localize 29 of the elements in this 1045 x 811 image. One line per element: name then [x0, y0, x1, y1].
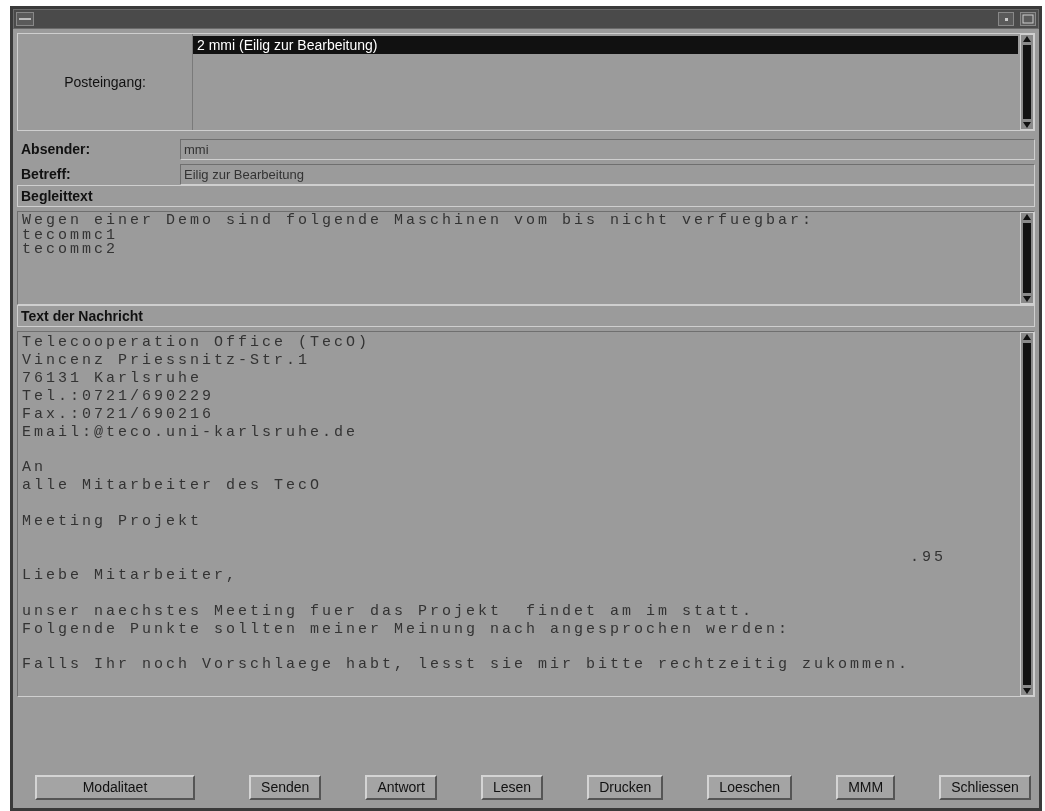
field-label: Absender:	[20, 140, 92, 159]
action-button[interactable]: Drucken	[587, 775, 664, 800]
field-label: Betreff:	[20, 165, 72, 184]
text-field[interactable]: Eilig zur Bearbeitung	[180, 164, 1035, 185]
section-header: Begleittext	[17, 185, 1035, 207]
scroll-down-arrow-icon[interactable]	[1022, 121, 1032, 129]
scroll-down-arrow-icon[interactable]	[1022, 687, 1032, 695]
section-header: Text der Nachricht	[17, 305, 1035, 327]
action-button[interactable]: Modalitaet	[35, 775, 195, 800]
action-button[interactable]: Lesen	[480, 775, 544, 800]
action-button[interactable]: MMM	[836, 775, 896, 800]
scroll-up-arrow-icon[interactable]	[1022, 35, 1032, 43]
text-area[interactable]: Wegen einer Demo sind folgende Maschinen vom bis nicht verfuegbar: tecommc1 tecommc2	[17, 211, 1035, 305]
window-menu-icon[interactable]	[16, 12, 34, 26]
scrollbar[interactable]	[1020, 332, 1034, 696]
scroll-up-arrow-icon[interactable]	[1022, 333, 1032, 341]
scroll-up-arrow-icon[interactable]	[1022, 213, 1032, 221]
scroll-down-arrow-icon[interactable]	[1022, 295, 1032, 303]
action-button[interactable]: Loeschen	[707, 775, 793, 800]
action-button[interactable]: Schliessen	[939, 775, 1031, 800]
minimize-icon[interactable]	[998, 12, 1014, 26]
scrollbar[interactable]	[1020, 34, 1034, 130]
scrollbar[interactable]	[1020, 212, 1034, 304]
inbox-item[interactable]: 2 mmi (Eilig zur Bearbeitung)	[193, 36, 1018, 54]
action-button[interactable]: Antwort	[365, 775, 437, 800]
action-button[interactable]: Senden	[249, 775, 322, 800]
text-content: Wegen einer Demo sind folgende Maschinen vom bis nicht verfuegbar: tecommc1 tecommc2	[21, 212, 816, 260]
text-field[interactable]: mmi	[180, 139, 1035, 160]
text-content: Telecooperation Office (TecO) Vincenz Priessnitz-Str.1 76131 Karlsruhe Tel.:0721/690229 Fax.:0721/690216 Email:@teco.uni-karlsruhe.de An alle Mitarbeiter des TecO Meeting Projekt .95 Liebe Mitarbeiter, unser naechstes Meeting fuer das Projekt findet am im statt. Folgende Punkte sollten meiner Meinung nach angesprochen werden: Falls Ihr noch Vorschlaege habt, lesst sie mir bitte rechtzeitig zukommen.	[21, 333, 948, 676]
